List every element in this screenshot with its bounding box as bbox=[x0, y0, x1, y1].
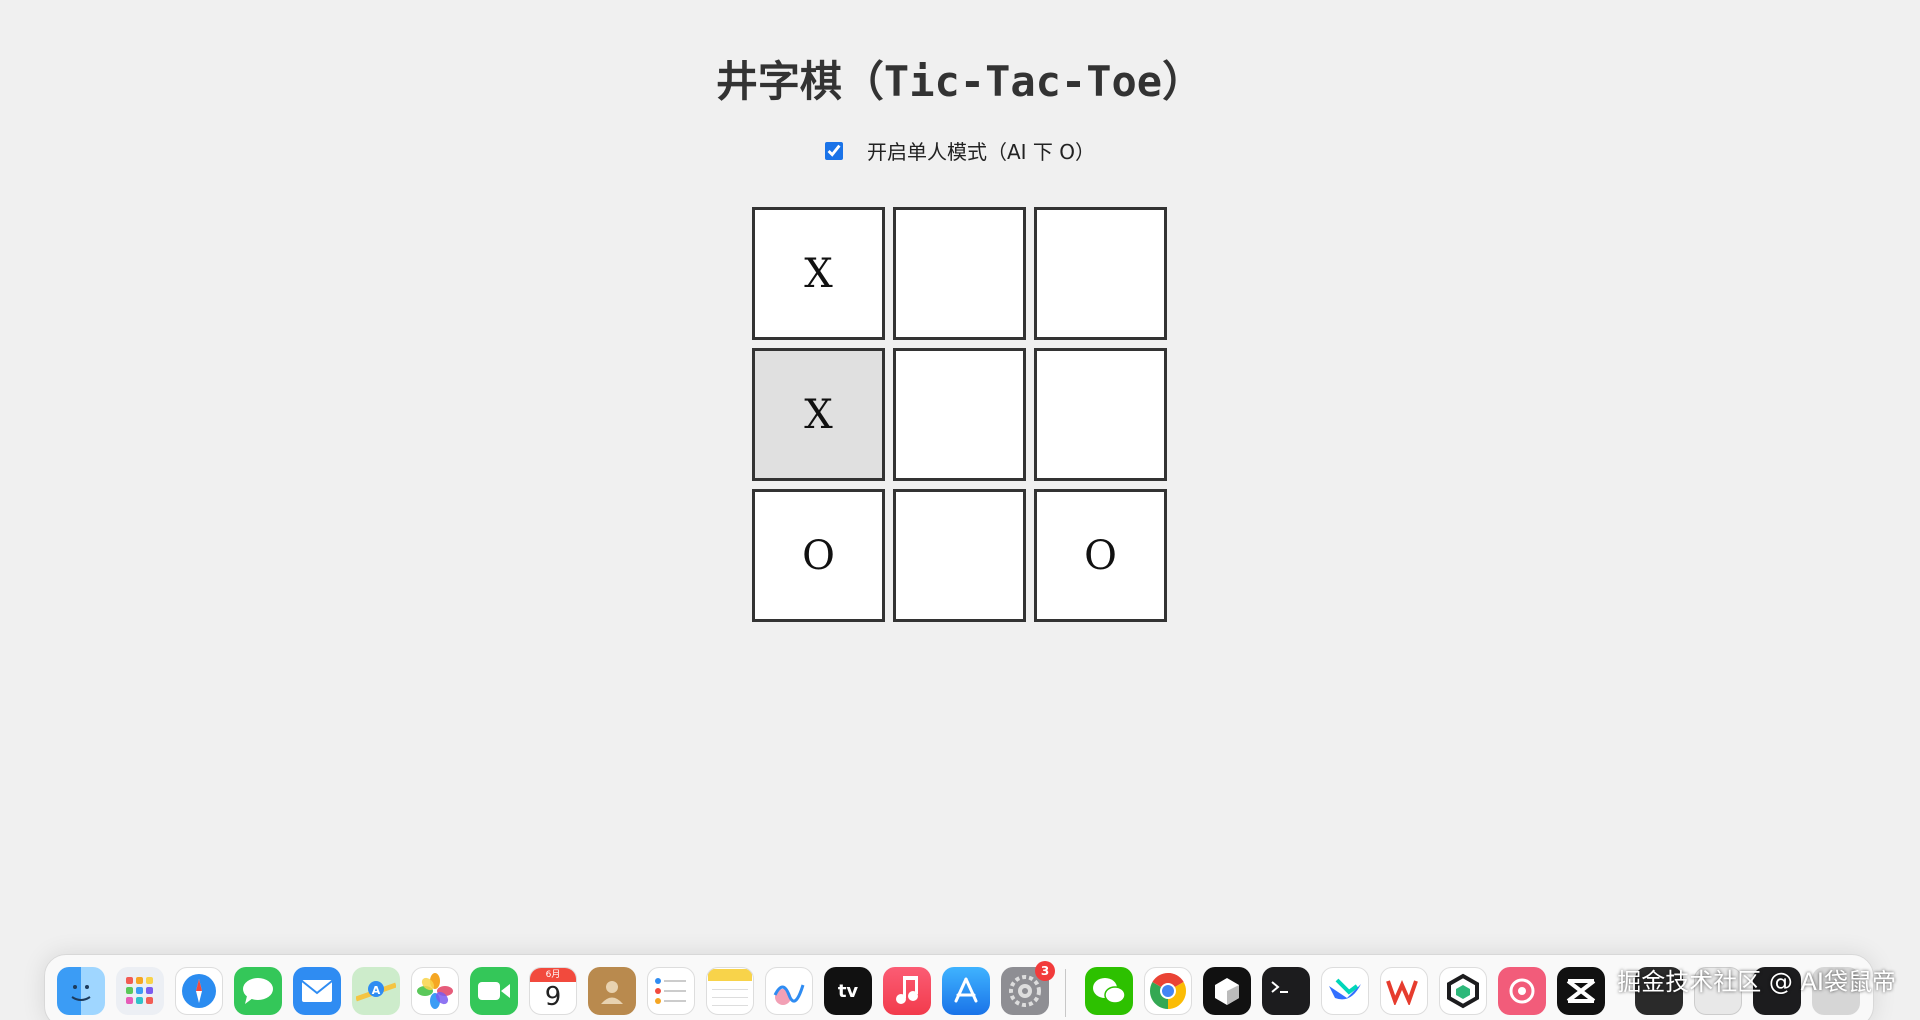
safari-icon[interactable] bbox=[175, 967, 223, 1015]
apple-tv-icon[interactable]: tv bbox=[824, 967, 872, 1015]
single-player-mode-row[interactable]: 开启单人模式（AI 下 O） bbox=[0, 136, 1920, 165]
freeform-icon[interactable] bbox=[765, 967, 813, 1015]
board-cell-2[interactable] bbox=[1034, 207, 1167, 340]
settings-notification-badge: 3 bbox=[1035, 961, 1055, 981]
board-cell-6[interactable]: O bbox=[752, 489, 885, 622]
apple-tv-label: tv bbox=[837, 980, 859, 1002]
photos-icon[interactable] bbox=[411, 967, 459, 1015]
single-player-mode-checkbox[interactable] bbox=[824, 141, 843, 160]
box-app-icon[interactable] bbox=[1439, 967, 1487, 1015]
svg-text:A: A bbox=[372, 984, 381, 997]
notes-icon[interactable] bbox=[706, 967, 754, 1015]
app-icon[interactable] bbox=[1498, 967, 1546, 1015]
calendar-icon[interactable]: 6月 9 bbox=[529, 967, 577, 1015]
facetime-icon[interactable] bbox=[470, 967, 518, 1015]
board-cell-4[interactable] bbox=[893, 348, 1026, 481]
finder-icon[interactable] bbox=[57, 967, 105, 1015]
page: 井字棋（Tic-Tac-Toe） 开启单人模式（AI 下 O） X X O O bbox=[0, 0, 1920, 1020]
maps-icon[interactable]: A bbox=[352, 967, 400, 1015]
chrome-icon[interactable] bbox=[1144, 967, 1192, 1015]
board-cell-1[interactable] bbox=[893, 207, 1026, 340]
board-cell-0[interactable]: X bbox=[752, 207, 885, 340]
board-cell-7[interactable] bbox=[893, 489, 1026, 622]
system-settings-icon[interactable]: 3 bbox=[1001, 961, 1055, 1015]
wps-icon[interactable] bbox=[1380, 967, 1428, 1015]
wechat-icon[interactable] bbox=[1085, 967, 1133, 1015]
feishu-icon[interactable] bbox=[1321, 967, 1369, 1015]
music-icon[interactable] bbox=[883, 967, 931, 1015]
mail-icon[interactable] bbox=[293, 967, 341, 1015]
dock-separator bbox=[1065, 969, 1066, 1017]
board-cell-3[interactable]: X bbox=[752, 348, 885, 481]
page-title: 井字棋（Tic-Tac-Toe） bbox=[715, 57, 1205, 106]
board-cell-5[interactable] bbox=[1034, 348, 1167, 481]
single-player-mode-label[interactable]: 开启单人模式（AI 下 O） bbox=[867, 136, 1095, 165]
messages-icon[interactable] bbox=[234, 967, 282, 1015]
macos-dock: A 6月 9 tv 3 bbox=[44, 954, 1874, 1020]
capcut-icon[interactable] bbox=[1557, 967, 1605, 1015]
watermark: 掘金技术社区 @ AI袋鼠帝 bbox=[1617, 968, 1896, 996]
terminal-icon[interactable] bbox=[1262, 967, 1310, 1015]
app-store-icon[interactable] bbox=[942, 967, 990, 1015]
calendar-month: 6月 bbox=[530, 968, 576, 982]
calendar-day: 9 bbox=[544, 982, 562, 1012]
board-cell-8[interactable]: O bbox=[1034, 489, 1167, 622]
launchpad-icon[interactable] bbox=[116, 967, 164, 1015]
cube-app-icon[interactable] bbox=[1203, 967, 1251, 1015]
game-board: X X O O bbox=[752, 207, 1167, 622]
reminders-icon[interactable] bbox=[647, 967, 695, 1015]
contacts-icon[interactable] bbox=[588, 967, 636, 1015]
